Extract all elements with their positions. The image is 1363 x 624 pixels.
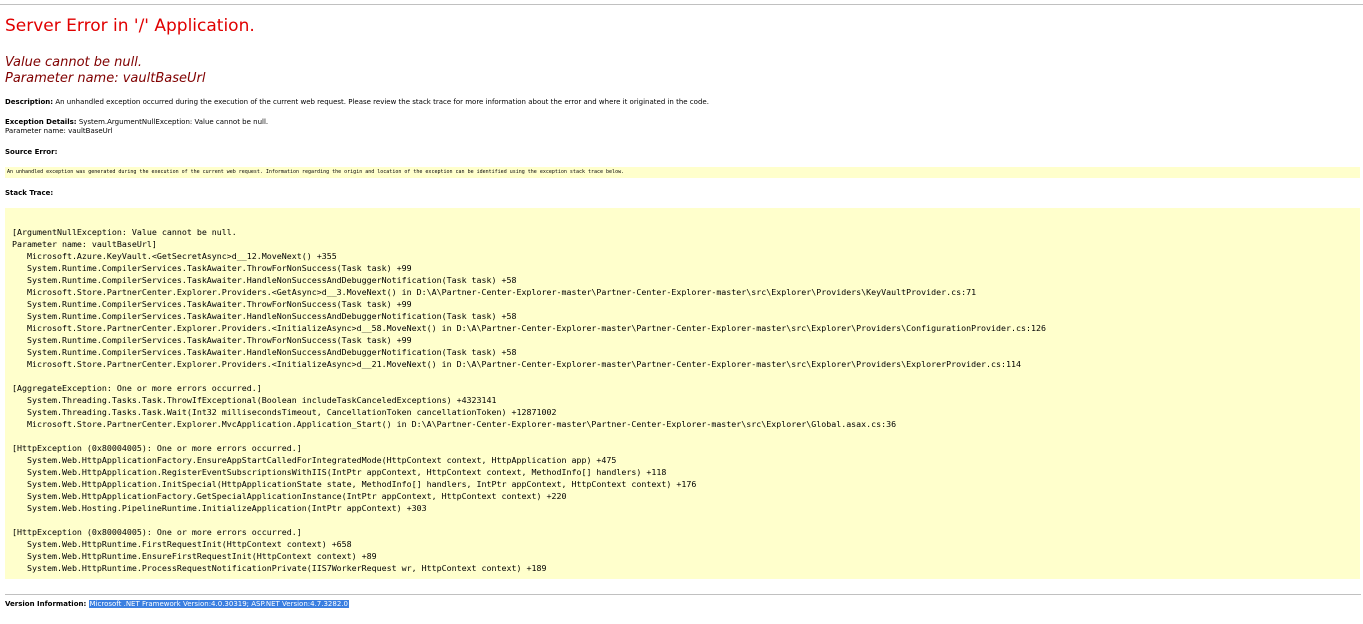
page-title: Server Error in '/' Application.: [5, 16, 255, 36]
stack-trace-section: Stack Trace:: [5, 189, 53, 198]
exception-details-section: Exception Details: System.ArgumentNullEx…: [5, 118, 268, 136]
stack-trace-text: [ArgumentNullException: Value cannot be …: [12, 227, 1046, 573]
source-error-section: Source Error:: [5, 148, 57, 157]
stack-trace-box: [ArgumentNullException: Value cannot be …: [5, 208, 1360, 579]
exception-details-text: System.ArgumentNullException: Value cann…: [78, 118, 269, 126]
exception-details-param: Parameter name: vaultBaseUrl: [5, 127, 113, 135]
source-error-text: An unhandled exception was generated dur…: [7, 169, 625, 175]
version-info-section: Version Information: Microsoft .NET Fram…: [5, 600, 349, 609]
error-message-line1: Value cannot be null.: [5, 55, 143, 70]
version-info-label: Version Information:: [5, 600, 87, 608]
stack-trace-label: Stack Trace:: [5, 189, 54, 197]
error-message-line2: Parameter name: vaultBaseUrl: [5, 71, 206, 86]
description-text: An unhandled exception occurred during t…: [55, 98, 709, 106]
top-divider: [0, 4, 1363, 5]
description-label: Description:: [5, 98, 54, 106]
version-info-text: Microsoft .NET Framework Version:4.0.303…: [88, 600, 349, 608]
error-message: Value cannot be null. Parameter name: va…: [5, 55, 205, 87]
bottom-divider: [5, 594, 1361, 595]
description-section: Description: An unhandled exception occu…: [5, 98, 709, 107]
source-error-box: An unhandled exception was generated dur…: [5, 167, 1360, 178]
exception-details-label: Exception Details:: [5, 118, 77, 126]
source-error-label: Source Error:: [5, 148, 58, 156]
